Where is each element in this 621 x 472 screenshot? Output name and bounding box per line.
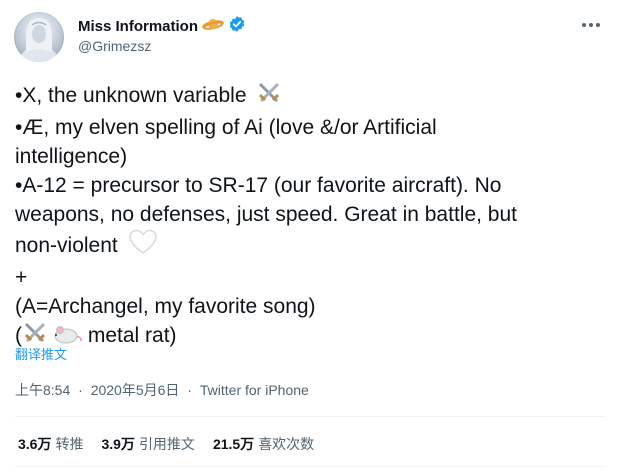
more-options-button[interactable] <box>577 14 605 36</box>
quote-tweets-stat[interactable]: 3.9万 引用推文 <box>101 434 194 454</box>
white-heart-icon <box>128 229 158 263</box>
divider <box>15 416 606 417</box>
tweet-line: •X, the unknown variable <box>15 81 611 113</box>
planet-icon <box>202 16 224 37</box>
handle[interactable]: @Grimezsz <box>78 38 246 54</box>
likes-label: 喜欢次数 <box>258 436 315 452</box>
crossed-swords-icon <box>256 81 282 113</box>
more-icon <box>582 23 600 27</box>
tweet-line: + <box>15 266 28 289</box>
verified-badge-icon <box>228 15 246 38</box>
avatar[interactable] <box>14 12 64 62</box>
tweet-line: •A-12 = precursor to SR-17 (our favorite… <box>15 174 502 197</box>
separator: · <box>78 382 83 398</box>
tweet-text: •X, the unknown variable •Æ, my elven sp… <box>15 81 611 353</box>
divider <box>15 466 606 467</box>
tweet-line: ( metal rat) <box>15 321 611 353</box>
tweet-date[interactable]: 2020年5月6日 <box>91 382 180 398</box>
tweet-line-text: metal rat) <box>87 324 177 347</box>
retweets-count: 3.6万 <box>18 436 52 452</box>
author-block: Miss Information @Grimezsz <box>78 15 246 54</box>
quote-tweets-count: 3.9万 <box>101 436 135 452</box>
tweet-line-text: •X, the unknown variable <box>15 84 247 107</box>
tweet-line: non-violent <box>15 229 611 263</box>
quote-tweets-label: 引用推文 <box>138 436 195 452</box>
tweet-header: Miss Information @Grimezsz <box>14 12 605 62</box>
retweets-stat[interactable]: 3.6万 转推 <box>18 434 83 454</box>
tweet-time[interactable]: 上午8:54 <box>15 382 70 398</box>
likes-stat[interactable]: 21.5万 喜欢次数 <box>213 434 314 454</box>
tweet-line: intelligence) <box>15 145 128 168</box>
tweet-line-text: non-violent <box>15 234 118 257</box>
tweet-source[interactable]: Twitter for iPhone <box>200 382 309 398</box>
display-name[interactable]: Miss Information <box>78 18 198 35</box>
tweet-line: •Æ, my elven spelling of Ai (love &/or A… <box>15 116 437 139</box>
separator: · <box>187 382 192 398</box>
likes-count: 21.5万 <box>212 436 255 452</box>
engagement-stats: 3.6万 转推 3.9万 引用推文 21.5万 喜欢次数 <box>18 434 314 454</box>
tweet-line: (A=Archangel, my favorite song) <box>15 295 316 318</box>
tweet-line: weapons, no defenses, just speed. Great … <box>15 203 517 226</box>
retweets-label: 转推 <box>55 436 84 452</box>
tweet-timestamp: 上午8:54 · 2020年5月6日 · Twitter for iPhone <box>15 380 309 400</box>
translate-tweet-link[interactable]: 翻译推文 <box>15 344 67 363</box>
